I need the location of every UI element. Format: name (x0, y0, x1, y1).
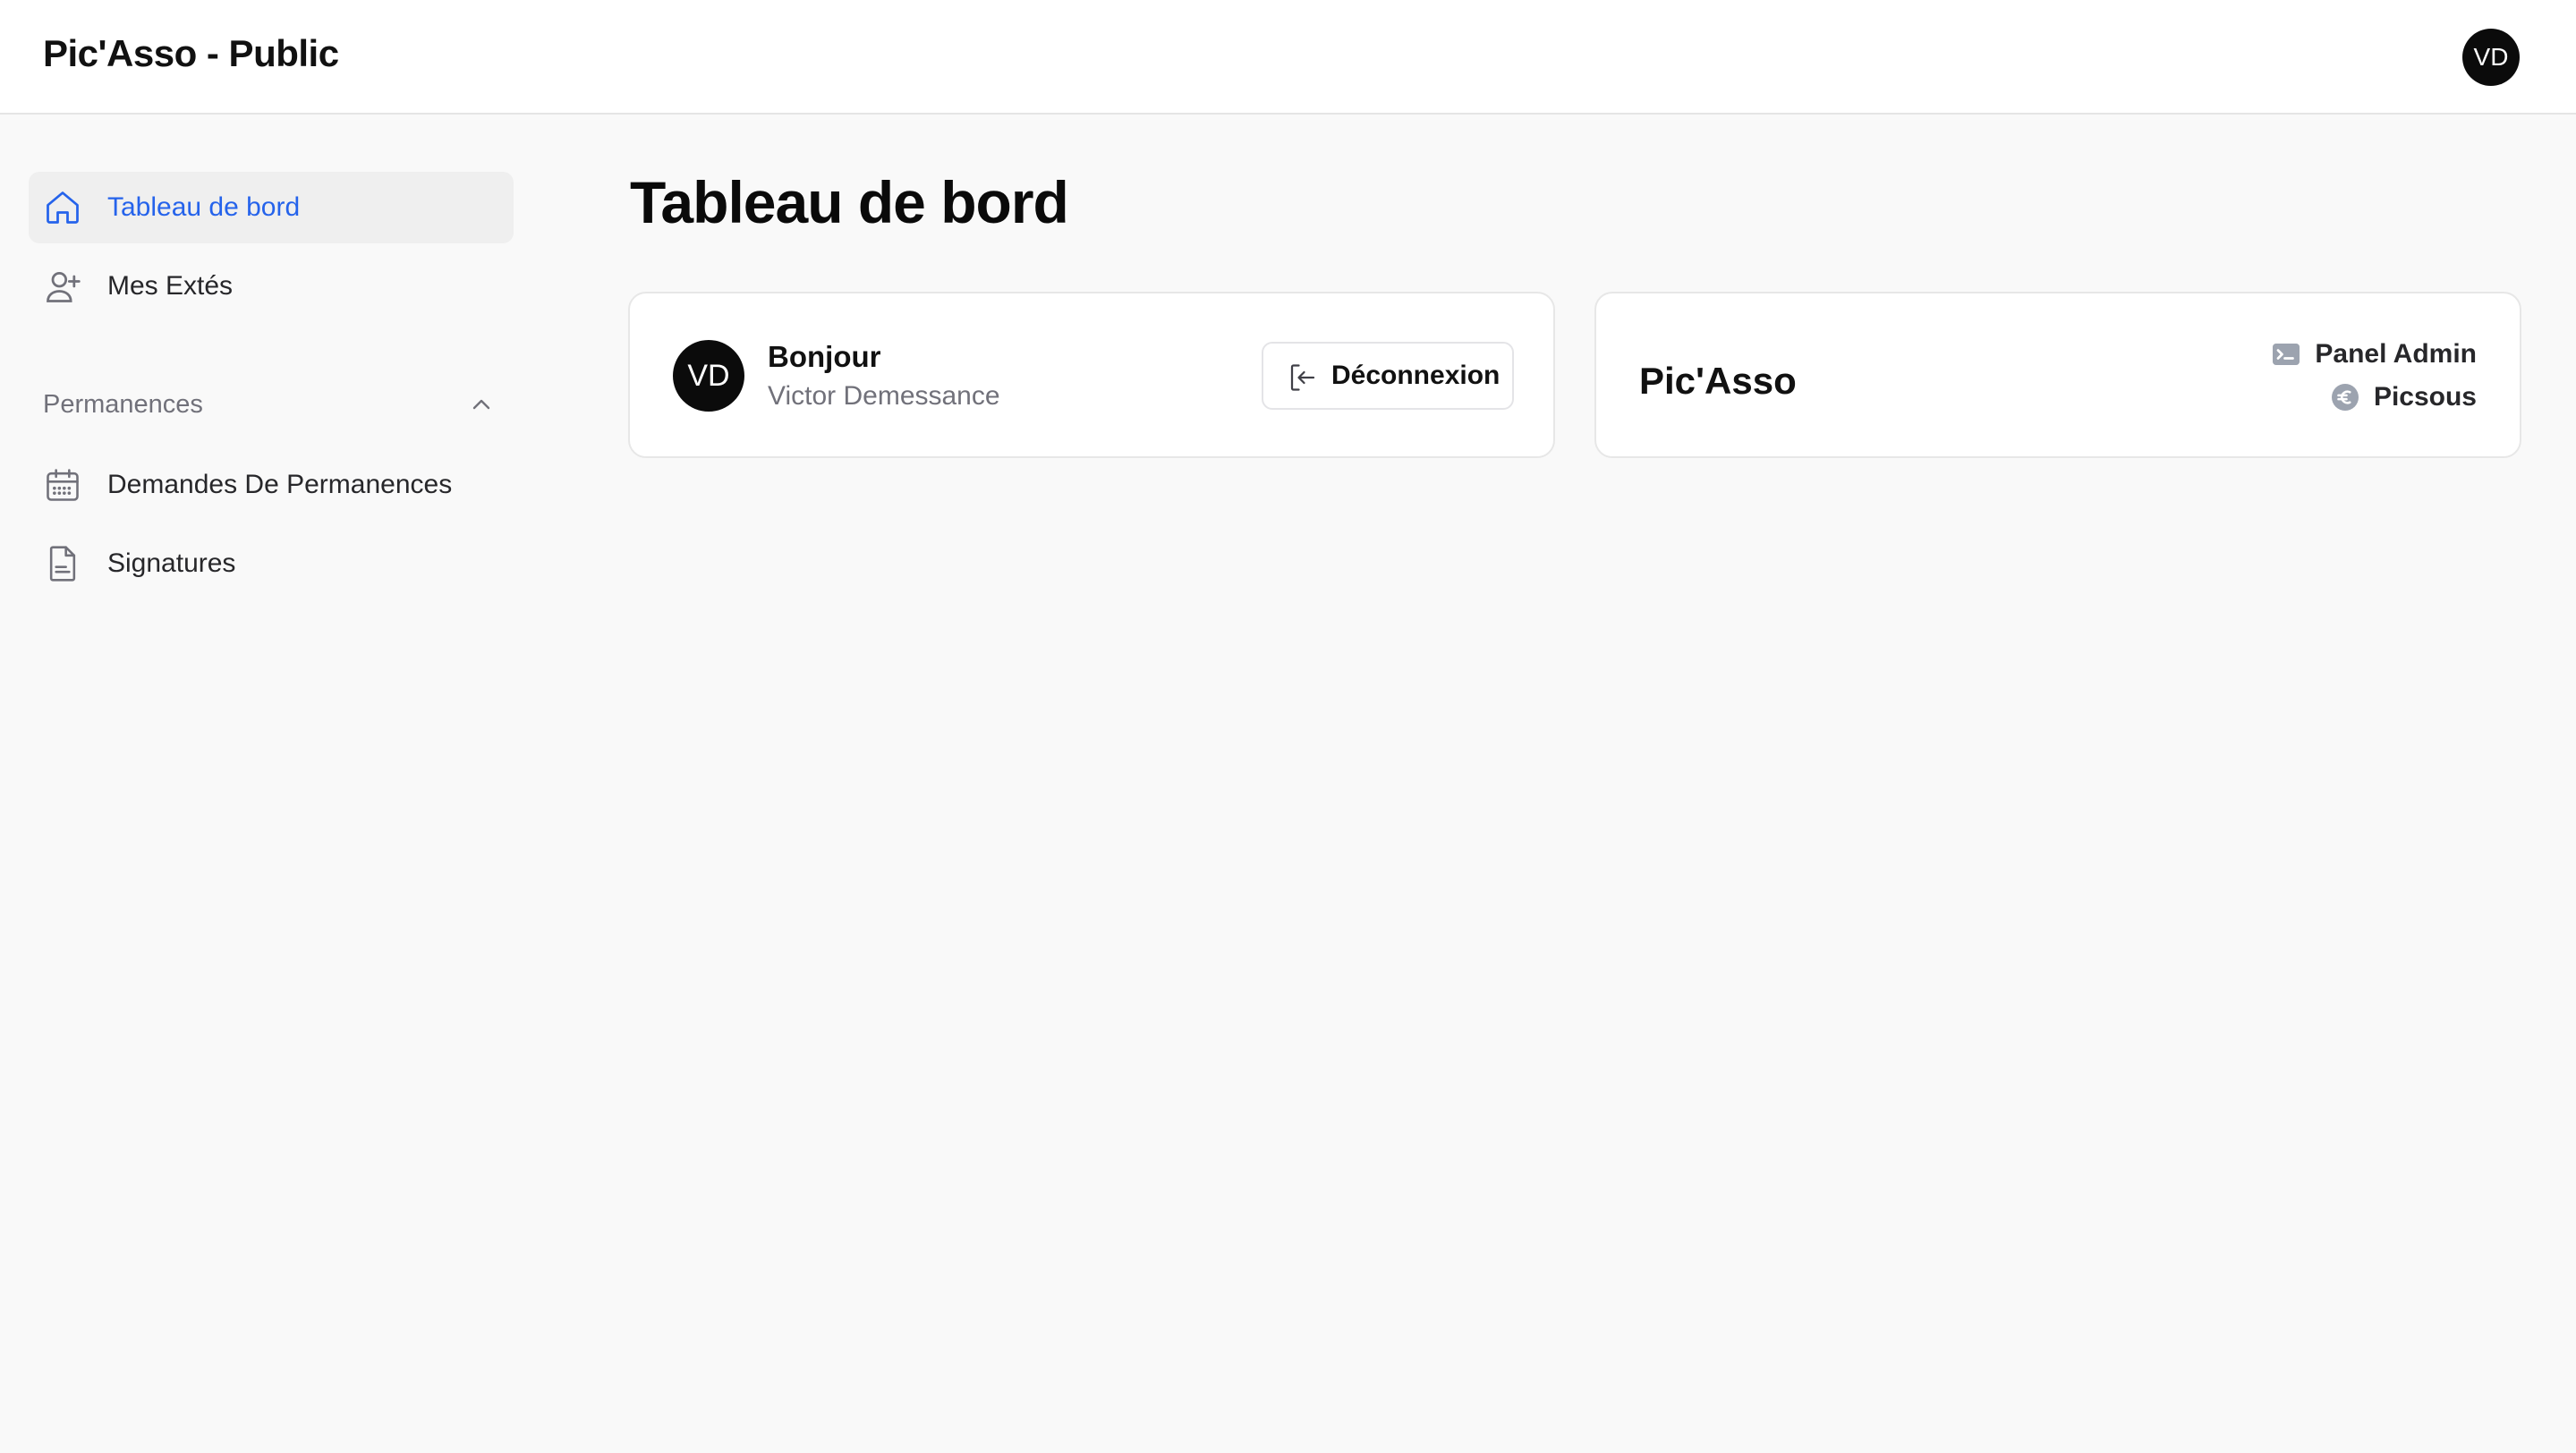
avatar: VD (673, 340, 744, 412)
logout-button[interactable]: Déconnexion (1262, 342, 1514, 410)
sidebar-item-label: Demandes De Permanences (107, 470, 453, 499)
sidebar-item-demandes-de-permanences[interactable]: Demandes De Permanences (29, 449, 514, 521)
user-name: Victor Demessance (768, 381, 1000, 411)
sidebar-item-label: Mes Extés (107, 271, 234, 301)
euro-icon (2331, 384, 2359, 411)
page-title: Tableau de bord (630, 169, 1069, 235)
section-permanences-label[interactable]: Permanences (43, 390, 203, 420)
sidebar-item-label: Signatures (107, 548, 236, 578)
panel-admin-label: Panel Admin (2315, 339, 2477, 369)
panel-admin-link[interactable]: Panel Admin (2270, 338, 2477, 370)
asso-name: Pic'Asso (1639, 360, 1797, 402)
sidebar-item-label: Tableau de bord (107, 192, 301, 222)
sidebar-item-tableau-de-bord[interactable]: Tableau de bord (29, 172, 514, 243)
sidebar-item-signatures[interactable]: Signatures (29, 528, 514, 599)
user-avatar[interactable]: VD (2462, 29, 2520, 86)
logout-label: Déconnexion (1331, 361, 1501, 390)
user-plus-icon (47, 271, 81, 302)
asso-card: Pic'Asso Panel Admin Picsous (1594, 292, 2521, 458)
app-title[interactable]: Pic'Asso - Public (43, 32, 339, 75)
calendar-icon (47, 469, 79, 501)
sidebar: Tableau de bord Mes Extés Permanences De… (0, 115, 555, 1453)
sidebar-item-mes-extes[interactable]: Mes Extés (29, 251, 514, 322)
terminal-icon (2273, 344, 2300, 365)
home-icon (47, 191, 79, 224)
user-card: VD Bonjour Victor Demessance Déconnexion (628, 292, 1555, 458)
greeting-text: Bonjour (768, 340, 881, 373)
picsous-label: Picsous (2373, 382, 2477, 412)
picsous-link[interactable]: Picsous (2329, 381, 2477, 413)
chevron-up-icon[interactable] (467, 390, 496, 419)
logout-icon (1290, 364, 1315, 391)
document-icon (49, 546, 76, 582)
top-bar: Pic'Asso - Public VD (0, 0, 2576, 115)
